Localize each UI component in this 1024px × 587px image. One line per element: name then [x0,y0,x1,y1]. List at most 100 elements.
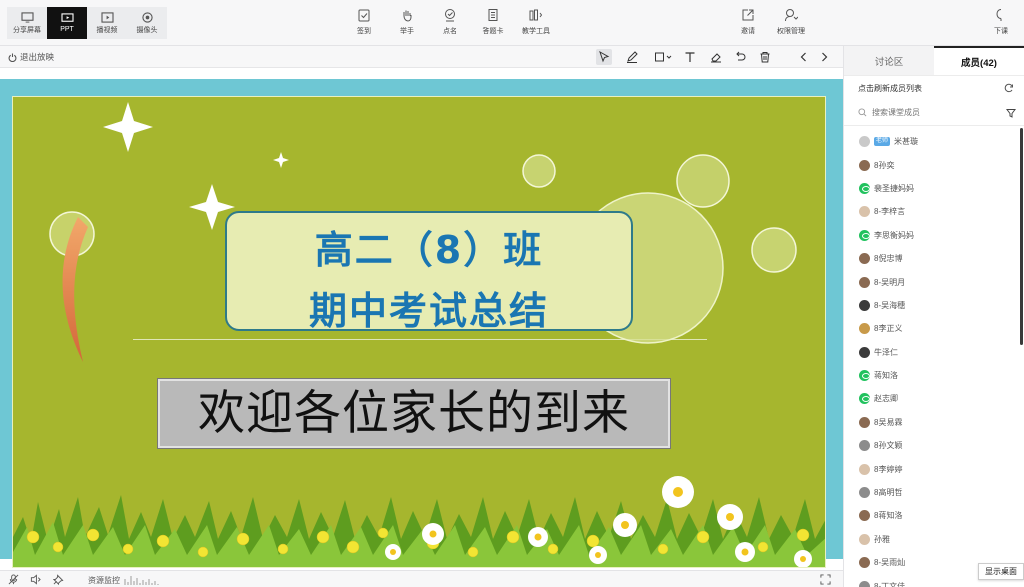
pen-icon [627,51,638,63]
delete-tool[interactable] [757,49,773,65]
next-page-button[interactable] [816,49,832,65]
tool-label: 教学工具 [522,28,550,35]
permissions-icon [785,9,798,22]
member-name: 8-丁文佳 [874,581,906,587]
teaching-tools-button[interactable]: 教学工具 [514,8,558,36]
shape-tool[interactable] [652,49,674,65]
member-row[interactable]: 8孙奕 [844,153,1024,176]
avatar [859,487,870,499]
refresh-icon[interactable] [1004,83,1014,93]
mode-video[interactable]: 播视频 [87,7,127,39]
exit-label: 退出放映 [20,52,55,62]
prev-page-icon [800,52,806,62]
member-row[interactable]: 李思衡妈妈 [844,224,1024,247]
filter-icon[interactable] [1006,108,1016,118]
permissions-button[interactable]: 权限管理 [769,8,813,36]
member-row[interactable]: 8倪忠博 [844,247,1024,270]
mode-label: PPT [60,26,74,33]
member-row[interactable]: 赵志卿 [844,387,1024,410]
member-row[interactable]: 8-吴明月 [844,270,1024,293]
undo-tool[interactable] [732,49,748,65]
member-name: 裴圣捷妈妈 [874,183,914,193]
tool-label: 举手 [400,28,414,35]
eraser-tool[interactable] [708,49,724,65]
text-icon [685,52,695,62]
member-name: 8高明哲 [874,488,903,498]
tab-members[interactable]: 成员(42) [934,46,1024,75]
member-name: 8-吴海穗 [874,300,906,310]
roll-call-button[interactable]: 点名 [428,8,472,36]
text-tool[interactable] [682,49,698,65]
avatar [859,253,870,265]
next-page-icon [822,52,828,62]
tool-label: 点名 [443,28,457,35]
mode-camera[interactable]: 摄像头 [127,7,167,39]
mode-ppt[interactable]: PPT [47,7,87,39]
member-name: 8李婷婷 [874,464,903,474]
mode-screen-share[interactable]: 分享屏幕 [7,7,47,39]
wechat-avatar-icon [859,370,870,382]
refresh-members-label[interactable]: 点击刷新成员列表 [858,83,922,94]
member-name: 赵志卿 [874,394,898,404]
member-row[interactable]: 8李正义 [844,317,1024,340]
bottom-status-bar: 资源监控 [0,570,843,587]
avatar [859,533,870,545]
tool-label: 签到 [357,28,371,35]
slide-title-line1: 高二（8）班 [314,228,544,272]
tool-label: 下课 [994,28,1008,35]
member-row[interactable]: 8李婷婷 [844,457,1024,480]
member-row[interactable]: 8吴易霖 [844,411,1024,434]
member-name: 孙雅 [874,534,890,544]
wechat-avatar-icon [859,182,870,194]
mic-off-icon[interactable] [8,574,19,585]
fullscreen-icon[interactable] [820,574,831,585]
member-name: 8-吴雨灿 [874,558,906,568]
member-row[interactable]: 8高明哲 [844,481,1024,504]
checkin-button[interactable]: 签到 [342,8,386,36]
member-row[interactable]: 牛泽仁 [844,341,1024,364]
tab-discussion[interactable]: 讨论区 [844,46,934,75]
prev-page-button[interactable] [796,49,812,65]
member-row[interactable]: 裴圣捷妈妈 [844,177,1024,200]
pen-tool[interactable] [624,49,640,65]
member-name: 8-吴明月 [874,277,906,287]
member-row[interactable]: 孙雅 [844,528,1024,551]
avatar [859,463,870,475]
ppt-icon [60,13,74,22]
slide-welcome-banner: 欢迎各位家长的到来 [158,379,670,448]
raise-hand-icon [403,10,412,22]
member-row[interactable]: 8-李梓言 [844,200,1024,223]
teacher-badge: 老师 [874,137,891,147]
answer-card-button[interactable]: 答题卡 [471,8,515,36]
mode-label: 摄像头 [136,26,158,34]
roll-call-icon [445,9,455,22]
tool-label: 权限管理 [777,28,805,35]
member-search-input[interactable] [872,108,1001,117]
screen-share-icon [20,11,34,23]
refresh-members-row[interactable]: 点击刷新成员列表 [844,76,1024,100]
raise-hand-button[interactable]: 举手 [385,8,429,36]
invite-button[interactable]: 邀请 [726,8,770,36]
member-row[interactable]: 8孙文颖 [844,434,1024,457]
show-desktop-tooltip: 显示桌面 [978,563,1024,580]
member-name: 8孙文颖 [874,441,903,451]
resource-monitor-label[interactable]: 资源监控 [88,575,120,586]
speaker-icon[interactable] [30,574,41,585]
share-mode-group: 分享屏幕 PPT 播视频 摄像头 [7,7,167,39]
exit-presentation-button[interactable]: 退出放映 [8,51,54,63]
select-pointer-tool[interactable] [596,49,612,65]
avatar [859,323,870,335]
eraser-icon [711,53,721,63]
member-row[interactable]: 老师 米甚璇 [844,130,1024,153]
end-class-button[interactable]: 下课 [979,8,1023,36]
pin-off-icon[interactable] [53,574,64,585]
avatar [859,580,870,587]
member-name: 牛泽仁 [874,347,898,357]
member-row[interactable]: 蒋知洛 [844,364,1024,387]
member-name: 8-李梓言 [874,207,906,217]
member-list-scrollbar[interactable] [1020,128,1023,345]
wechat-avatar-icon [859,393,870,405]
member-row[interactable]: 8-吴海穗 [844,294,1024,317]
member-row[interactable]: 8蒋知洛 [844,504,1024,527]
member-name: 8倪忠博 [874,254,903,264]
